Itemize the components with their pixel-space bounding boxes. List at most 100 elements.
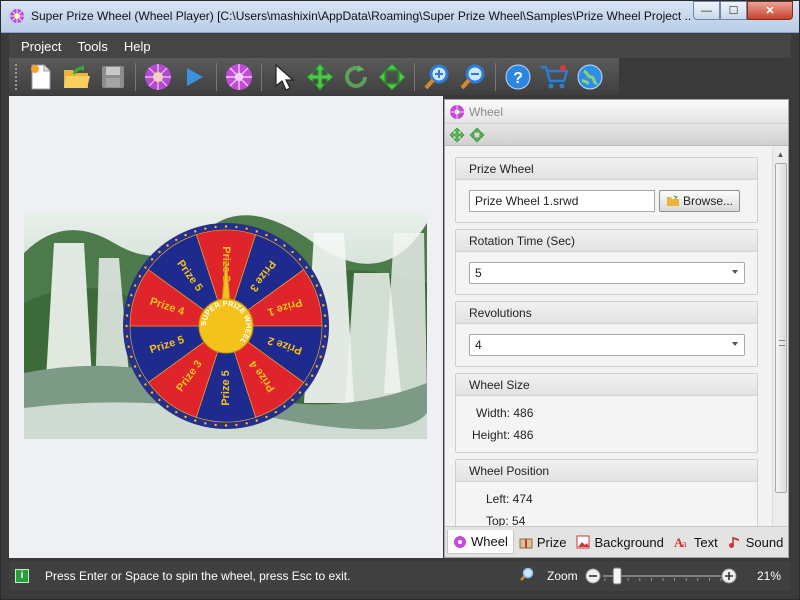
menu-tools[interactable]: Tools xyxy=(69,39,115,54)
segment-label: Prize 5 xyxy=(220,370,232,405)
tab-label: Text xyxy=(693,534,718,550)
rim-bulb xyxy=(305,383,308,386)
rim-bulb xyxy=(138,275,142,278)
rim-bulb xyxy=(265,233,268,237)
pointer-button[interactable] xyxy=(267,61,301,93)
minimize-button[interactable]: — xyxy=(693,1,720,20)
prize-wheel-group: Prize Wheel Prize Wheel 1.srwd Browse... xyxy=(455,157,758,223)
resize-small-icon[interactable] xyxy=(469,127,485,143)
rim-bulb xyxy=(322,345,325,348)
svg-text:a: a xyxy=(682,539,687,549)
scroll-up-icon[interactable]: ▲ xyxy=(773,147,788,161)
preview-stage[interactable]: Prize 2Prize 3Prize 1Prize 2Prize 4Prize… xyxy=(9,96,443,558)
status-message: Press Enter or Space to spin the wheel, … xyxy=(45,569,351,583)
rim-bulb xyxy=(130,294,133,297)
text-icon: Aa xyxy=(674,535,687,549)
move-small-icon[interactable] xyxy=(449,127,465,143)
rim-bulb xyxy=(291,250,294,254)
rim-bulb xyxy=(305,266,308,269)
rim-bulb xyxy=(310,374,314,377)
rim-bulb xyxy=(144,383,147,386)
zoom-out-button[interactable] xyxy=(456,61,490,93)
rim-bulb xyxy=(138,374,142,377)
tab-prize[interactable]: Prize xyxy=(514,530,572,554)
open-button[interactable] xyxy=(60,61,94,93)
maximize-button[interactable]: ☐ xyxy=(720,1,747,20)
toolbar-grip[interactable] xyxy=(15,63,18,90)
help-icon: ? xyxy=(505,64,531,89)
save-button[interactable] xyxy=(96,61,130,93)
zoom-wheel-icon xyxy=(145,63,171,90)
web-icon xyxy=(577,64,603,89)
rim-bulb xyxy=(133,284,137,287)
prize-wheel[interactable]: Prize 2Prize 3Prize 1Prize 2Prize 4Prize… xyxy=(121,221,331,431)
menu-project[interactable]: Project xyxy=(13,39,69,54)
tab-label: Sound xyxy=(745,534,784,550)
zoom-wheel-button[interactable] xyxy=(141,61,175,93)
rim-bulb xyxy=(204,227,207,230)
zoom-label: Zoom xyxy=(547,569,578,583)
rim-bulb xyxy=(144,266,147,269)
rim-bulb xyxy=(319,294,322,297)
new-button[interactable] xyxy=(24,61,58,93)
rim-bulb xyxy=(175,410,178,414)
rim-bulb xyxy=(127,304,130,307)
wheel-settings-button[interactable] xyxy=(222,61,256,93)
rim-bulb xyxy=(150,391,154,394)
info-icon: i xyxy=(15,569,29,583)
tab-text[interactable]: Aa Text xyxy=(669,530,723,554)
app-wheel-icon xyxy=(10,9,24,23)
scroll-thumb[interactable] xyxy=(775,163,787,493)
status-bar: i Press Enter or Space to spin the wheel… xyxy=(9,561,791,591)
rim-bulb xyxy=(224,424,228,427)
resize-button[interactable] xyxy=(375,61,409,93)
rotate-button[interactable] xyxy=(339,61,373,93)
rim-bulb xyxy=(130,355,133,358)
website-button[interactable] xyxy=(573,61,607,93)
rim-bulb xyxy=(319,355,322,358)
group-title: Prize Wheel xyxy=(456,158,757,180)
zoom-slider[interactable] xyxy=(585,565,737,587)
folder-icon xyxy=(667,195,679,206)
zoom-in-button[interactable] xyxy=(420,61,454,93)
rim-bulb xyxy=(125,324,128,328)
rim-bulb xyxy=(150,258,154,261)
rim-bulb xyxy=(323,335,327,338)
rotation-time-select[interactable]: 5 xyxy=(469,262,745,284)
tab-sound[interactable]: Sound xyxy=(723,530,789,554)
panel-body: Prize Wheel Prize Wheel 1.srwd Browse...… xyxy=(445,147,772,527)
play-icon xyxy=(187,67,203,86)
group-title: Revolutions xyxy=(456,302,757,324)
tab-label: Prize xyxy=(536,534,567,550)
tab-label: Background xyxy=(594,534,664,550)
wheel-file-field[interactable]: Prize Wheel 1.srwd xyxy=(469,190,655,212)
open-icon xyxy=(64,64,90,88)
browse-button[interactable]: Browse... xyxy=(659,190,741,212)
chevron-down-icon xyxy=(732,270,738,274)
buy-button[interactable] xyxy=(537,61,571,93)
panel-header: Wheel xyxy=(445,100,788,124)
wheel-settings-icon xyxy=(226,63,252,90)
rim-bulb xyxy=(133,365,137,368)
tab-wheel[interactable]: Wheel xyxy=(447,530,514,554)
play-button[interactable] xyxy=(177,61,211,93)
group-title: Wheel Size xyxy=(456,374,757,396)
help-button[interactable]: ? xyxy=(501,61,535,93)
panel-scrollbar[interactable]: ▲ xyxy=(772,147,788,527)
window-title: Super Prize Wheel (Wheel Player) [C:\Use… xyxy=(31,9,691,23)
rim-bulb xyxy=(322,304,325,307)
revolutions-select[interactable]: 4 xyxy=(469,334,745,356)
rim-bulb xyxy=(166,244,169,247)
rim-bulb xyxy=(298,391,302,394)
tab-background[interactable]: Background xyxy=(571,530,668,554)
rim-bulb xyxy=(166,405,169,408)
wheel-tab-icon xyxy=(454,535,466,548)
close-button[interactable]: ✕ xyxy=(747,1,793,20)
zoom-in-icon xyxy=(424,64,449,89)
move-button[interactable] xyxy=(303,61,337,93)
title-bar[interactable]: Super Prize Wheel (Wheel Player) [C:\Use… xyxy=(1,1,799,33)
zoom-slider-thumb[interactable] xyxy=(612,567,622,585)
menu-help[interactable]: Help xyxy=(116,39,159,54)
wheel-position-group: Wheel Position Left: 474 Top: 54 xyxy=(455,459,758,527)
pointer-icon xyxy=(275,63,295,91)
